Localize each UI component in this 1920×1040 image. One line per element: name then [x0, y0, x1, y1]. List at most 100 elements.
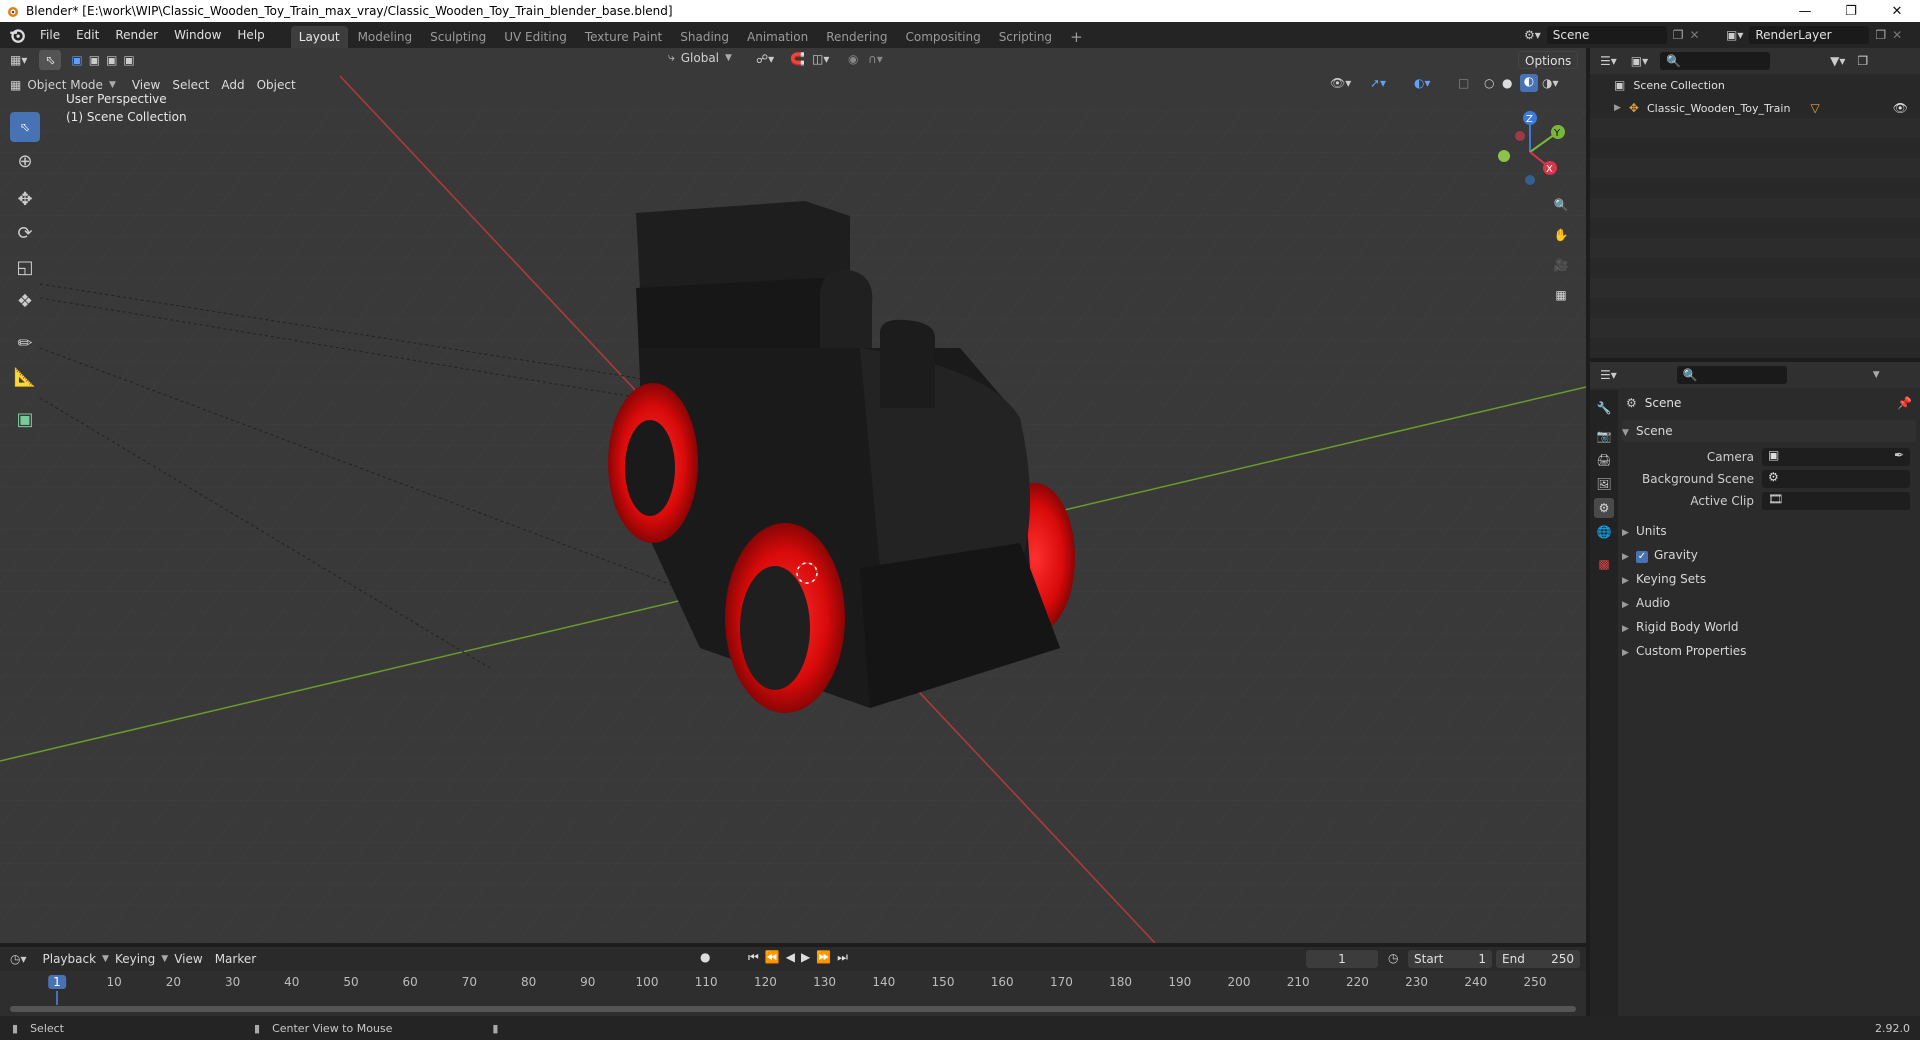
snap-increment-icon[interactable]: ◫▾	[812, 52, 829, 66]
timeline-scrollbar[interactable]	[10, 1006, 1576, 1012]
menu-edit[interactable]: Edit	[68, 22, 107, 48]
properties-search-input[interactable]: 🔍	[1676, 366, 1787, 384]
menu-render[interactable]: Render	[107, 22, 166, 48]
measure-tool[interactable]: 📐	[10, 362, 40, 392]
navigation-gizmo[interactable]: Z Y X	[1490, 110, 1570, 190]
visibility-icon[interactable]: 👁▾	[1330, 76, 1351, 90]
menu-add[interactable]: Add	[215, 74, 250, 96]
tab-shading[interactable]: Shading	[672, 26, 737, 48]
snap-icon[interactable]: 🧲	[790, 52, 805, 66]
properties-editor-icon[interactable]: ☰▾	[1600, 368, 1617, 382]
solid-shading-icon[interactable]: ●	[1502, 76, 1512, 90]
tab-texture-paint[interactable]: Texture Paint	[577, 26, 670, 48]
gravity-panel[interactable]: ▶ ✓ Gravity	[1622, 544, 1916, 566]
proportional-edit-icon[interactable]: ◉	[848, 52, 858, 66]
minimize-button[interactable]: —	[1782, 0, 1828, 22]
tab-animation[interactable]: Animation	[739, 26, 816, 48]
camera-field[interactable]: ▣ ✒	[1762, 448, 1910, 466]
outliner-editor-icon[interactable]: ☰▾	[1600, 54, 1617, 68]
gizmo-neg-y[interactable]	[1498, 150, 1510, 162]
tab-rendering[interactable]: Rendering	[818, 26, 895, 48]
tab-uv-editing[interactable]: UV Editing	[496, 26, 575, 48]
tab-sculpting[interactable]: Sculpting	[422, 26, 494, 48]
blender-menu-icon[interactable]	[8, 26, 26, 44]
transform-orientation-dropdown[interactable]: ⤷ Global ▼	[668, 50, 732, 65]
world-tab[interactable]: 🌐	[1594, 522, 1614, 542]
pan-view-button[interactable]: ✋	[1548, 222, 1574, 248]
expand-arrow-icon[interactable]: ▶	[1614, 103, 1621, 113]
overlay-toggle-icon[interactable]: ◐▾	[1414, 76, 1431, 90]
units-panel[interactable]: ▶ Units	[1622, 520, 1916, 542]
scene-name-field[interactable]: Scene	[1546, 26, 1667, 44]
audio-panel[interactable]: ▶ Audio	[1622, 592, 1916, 614]
ortho-toggle-button[interactable]: ▦	[1548, 282, 1574, 308]
outliner-row-root[interactable]: ▣ Scene Collection	[1614, 78, 1725, 92]
new-scene-icon[interactable]: ❐	[1673, 28, 1684, 42]
view-layer-tab[interactable]: 🖼	[1594, 474, 1614, 494]
eyedropper-icon[interactable]: ✒	[1894, 448, 1904, 462]
chevron-down-icon[interactable]: ▼	[1873, 370, 1880, 380]
menu-help[interactable]: Help	[229, 22, 272, 48]
background-scene-field[interactable]: ⚙	[1762, 470, 1910, 488]
close-window-button[interactable]: ✕	[1874, 0, 1920, 22]
display-mode-icon[interactable]: ▣▾	[1631, 54, 1648, 68]
restore-button[interactable]: ❐	[1828, 0, 1874, 22]
eye-icon[interactable]: 👁	[1893, 101, 1908, 115]
outliner-row-object[interactable]: ▶ ✥ Classic_Wooden_Toy_Train ▽ 👁	[1614, 98, 1920, 118]
select-mode-intersect-icon[interactable]: ▣	[123, 53, 134, 67]
rendered-shading-icon[interactable]: ◑▾	[1542, 76, 1559, 90]
wireframe-shading-icon[interactable]: ○	[1484, 76, 1494, 90]
menu-window[interactable]: Window	[166, 22, 229, 48]
scale-tool[interactable]: ◱	[10, 252, 40, 282]
options-dropdown[interactable]: Options	[1518, 51, 1579, 69]
rotate-tool[interactable]: ⟳	[10, 218, 40, 248]
scene-selector[interactable]: ⚙▾ Scene ❐ ✕	[1524, 26, 1700, 44]
3d-viewport[interactable]: ▦▾ ⬁ ▣ ▣ ▣ ▣ ⤷ Global ▼ ☍▾ 🧲 ◫▾ ◉ ∩▾ Opt…	[0, 48, 1586, 943]
annotate-tool[interactable]: ✏	[10, 328, 40, 358]
new-view-layer-icon[interactable]: ❐	[1875, 28, 1886, 42]
remove-scene-icon[interactable]: ✕	[1690, 28, 1700, 42]
select-mode-subtract-icon[interactable]: ▣	[106, 53, 117, 67]
tab-layout[interactable]: Layout	[290, 26, 348, 48]
select-box-tool[interactable]: ⬁	[10, 112, 40, 142]
outliner-search-input[interactable]: 🔍	[1660, 52, 1771, 70]
active-clip-field[interactable]: 🎞	[1762, 492, 1910, 510]
pin-icon[interactable]: 📌	[1897, 396, 1912, 410]
cursor-tool[interactable]: ⊕	[10, 146, 40, 176]
gizmo-neg-x[interactable]	[1515, 131, 1525, 141]
playhead[interactable]	[56, 991, 58, 1005]
tool-tab[interactable]: 🔧	[1594, 398, 1614, 418]
tab-compositing[interactable]: Compositing	[897, 26, 988, 48]
keying-sets-panel[interactable]: ▶ Keying Sets	[1622, 568, 1916, 590]
custom-properties-panel[interactable]: ▶ Custom Properties	[1622, 640, 1916, 662]
new-collection-icon[interactable]: ❐	[1857, 54, 1868, 68]
select-mode-new-icon[interactable]: ▣	[71, 53, 82, 67]
select-mode-extend-icon[interactable]: ▣	[89, 53, 100, 67]
camera-view-button[interactable]: 🎥	[1548, 252, 1574, 278]
falloff-icon[interactable]: ∩▾	[868, 52, 883, 66]
render-tab[interactable]: 📷	[1594, 426, 1614, 446]
scene-panel-header[interactable]: ▼ Scene	[1622, 420, 1916, 442]
view-layer-selector[interactable]: ▣▾ RenderLayer ❐ ✕	[1726, 26, 1902, 44]
view-layer-field[interactable]: RenderLayer	[1749, 26, 1870, 44]
add-cube-tool[interactable]: ▣	[10, 404, 40, 434]
xray-toggle-icon[interactable]: □	[1458, 76, 1469, 90]
rigid-body-world-panel[interactable]: ▶ Rigid Body World	[1622, 616, 1916, 638]
add-workspace-icon[interactable]: +	[1062, 26, 1091, 48]
tab-modeling[interactable]: Modeling	[350, 26, 421, 48]
editor-type-icon[interactable]: ▦▾	[10, 53, 27, 67]
tab-scripting[interactable]: Scripting	[991, 26, 1060, 48]
move-tool[interactable]: ✥	[10, 184, 40, 214]
texture-tab[interactable]: ▩	[1594, 554, 1614, 574]
menu-object[interactable]: Object	[251, 74, 302, 96]
gravity-checkbox[interactable]: ✓	[1636, 551, 1648, 563]
output-tab[interactable]: 🖨	[1594, 450, 1614, 470]
scene-tab[interactable]: ⚙	[1594, 498, 1614, 518]
menu-file[interactable]: File	[32, 22, 68, 48]
gizmo-toggle-icon[interactable]: ➚▾	[1370, 76, 1386, 90]
remove-view-layer-icon[interactable]: ✕	[1892, 28, 1902, 42]
gizmo-neg-z[interactable]	[1525, 175, 1535, 185]
zoom-view-button[interactable]: 🔍	[1548, 192, 1574, 218]
select-box-icon[interactable]: ⬁	[39, 50, 62, 70]
transform-tool[interactable]: ❖	[10, 286, 40, 316]
